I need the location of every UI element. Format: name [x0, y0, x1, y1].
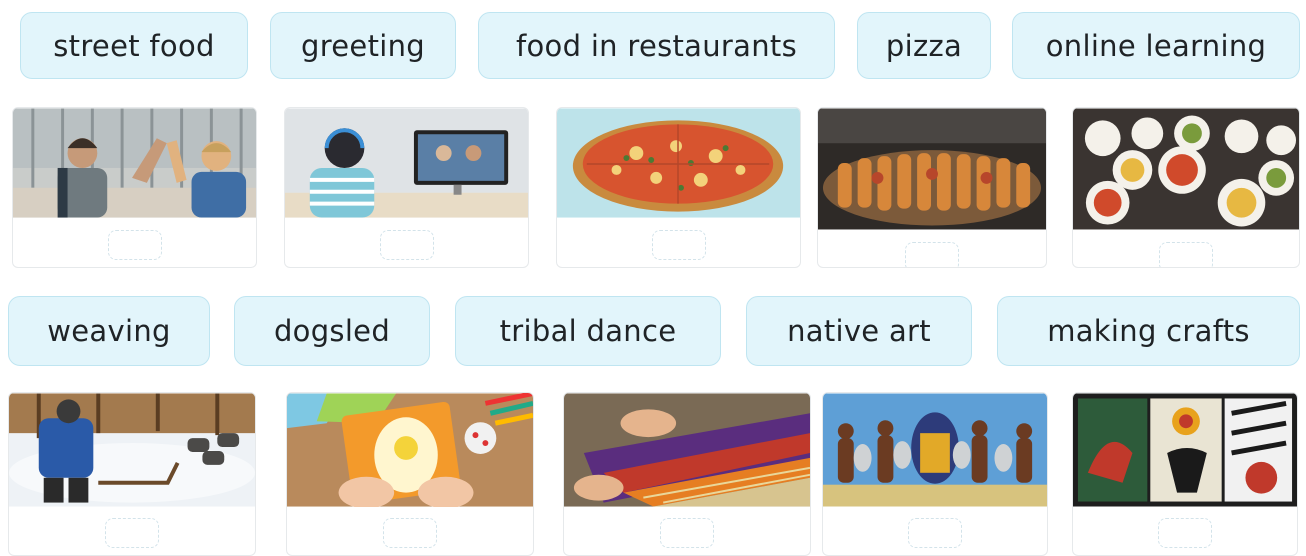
street-food-photo [818, 108, 1046, 230]
answer-slot[interactable] [107, 230, 162, 260]
native-art-photo [1073, 393, 1297, 507]
dogsled-photo [9, 393, 255, 507]
picture-card-online-learning [284, 107, 529, 268]
picture-card-native-art [1072, 392, 1298, 556]
picture-card-dogsled [8, 392, 256, 556]
word-chip-greeting[interactable]: greeting [270, 12, 456, 79]
answer-slot[interactable] [105, 518, 159, 548]
word-chip-online-learning[interactable]: online learning [1012, 12, 1300, 79]
word-chip-weaving[interactable]: weaving [8, 296, 210, 366]
picture-card-making-crafts [286, 392, 534, 556]
answer-slot[interactable] [1159, 242, 1213, 267]
picture-card-tribal-dance [822, 392, 1048, 556]
answer-slot[interactable] [908, 518, 962, 548]
answer-slot[interactable] [651, 230, 706, 260]
pizza-photo [557, 108, 800, 218]
picture-card-street-food [817, 107, 1047, 268]
answer-slot[interactable] [383, 518, 437, 548]
word-chip-native-art[interactable]: native art [746, 296, 972, 366]
picture-card-weaving [563, 392, 811, 556]
answer-slot[interactable] [1158, 518, 1212, 548]
answer-slot[interactable] [660, 518, 714, 548]
picture-card-greeting [12, 107, 257, 268]
word-chip-making-crafts[interactable]: making crafts [997, 296, 1300, 366]
tribal-dance-photo [823, 393, 1047, 507]
word-chip-tribal-dance[interactable]: tribal dance [455, 296, 721, 366]
answer-slot[interactable] [379, 230, 434, 260]
word-chip-street-food[interactable]: street food [20, 12, 248, 79]
word-chip-food-in-restaurants[interactable]: food in restaurants [478, 12, 835, 79]
online-learning-photo [285, 108, 528, 218]
picture-card-food-in-restaurants [1072, 107, 1300, 268]
answer-slot[interactable] [905, 242, 959, 267]
picture-card-pizza [556, 107, 801, 268]
making-crafts-photo [287, 393, 533, 507]
restaurant-food-photo [1073, 108, 1299, 230]
greeting-photo [13, 108, 256, 218]
word-chip-dogsled[interactable]: dogsled [234, 296, 430, 366]
word-chip-pizza[interactable]: pizza [857, 12, 991, 79]
weaving-photo [564, 393, 810, 507]
